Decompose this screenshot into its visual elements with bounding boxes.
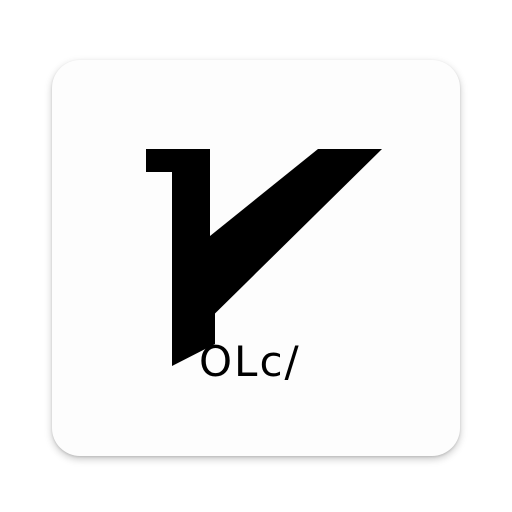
app-icon-canvas: OLc/ [0, 0, 512, 512]
v-logo-diagonal-stroke [184, 149, 382, 344]
logo-wordmark: OLc/ [199, 337, 301, 386]
v-logo-icon [146, 149, 382, 366]
